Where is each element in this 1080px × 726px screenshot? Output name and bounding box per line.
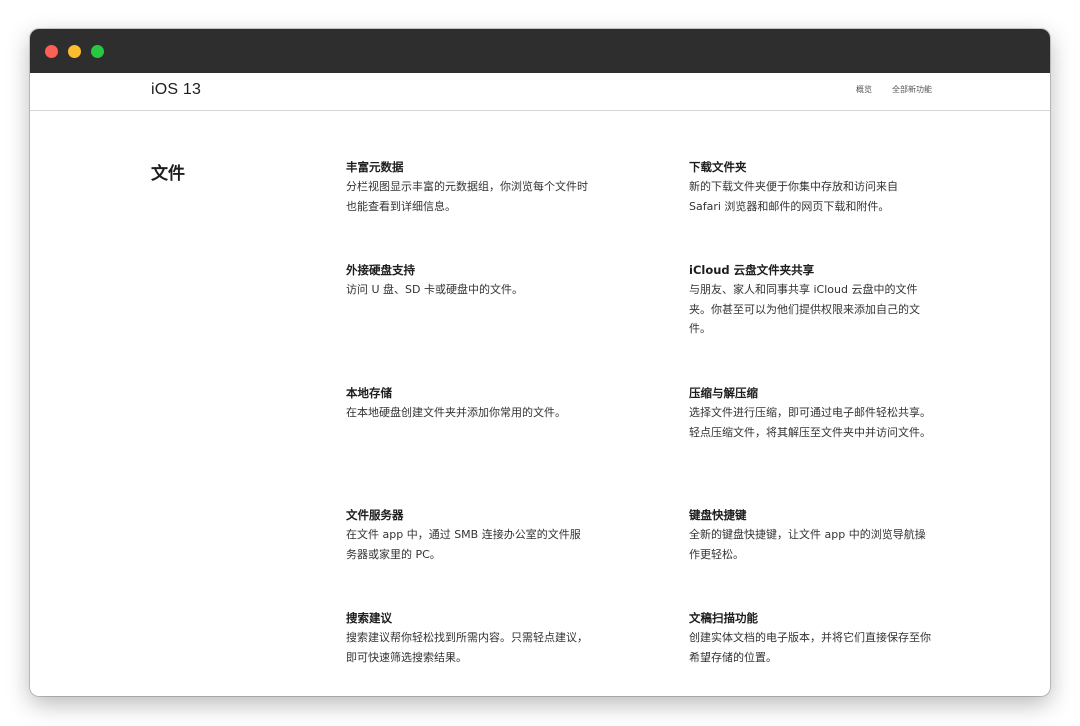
feature-description: 分栏视图显示丰富的元数据组，你浏览每个文件时也能查看到详细信息。 [346,180,588,213]
browser-window: iOS 13 概览 全部新功能 文件 丰富元数据 分栏视图显示丰富的元数据组，你… [30,29,1050,696]
feature-title: 键盘快捷键 [689,508,747,522]
feature-item: 下载文件夹 新的下载文件夹便于你集中存放和访问来自 Safari 浏览器和邮件的… [689,158,931,216]
feature-description: 新的下载文件夹便于你集中存放和访问来自 Safari 浏览器和邮件的网页下载和附… [689,180,898,213]
feature-title: iCloud 云盘文件夹共享 [689,263,815,277]
feature-item: 外接硬盘支持 访问 U 盘、SD 卡或硬盘中的文件。 [346,261,588,300]
feature-title: 丰富元数据 [346,160,404,174]
feature-title: 本地存储 [346,386,392,400]
nav-title[interactable]: iOS 13 [151,81,201,99]
window-titlebar[interactable] [30,29,1050,73]
feature-title: 外接硬盘支持 [346,263,415,277]
feature-description: 访问 U 盘、SD 卡或硬盘中的文件。 [346,283,523,296]
nav-link-overview[interactable]: 概览 [856,84,872,95]
feature-description: 全新的键盘快捷键，让文件 app 中的浏览导航操作更轻松。 [689,528,926,561]
main-content: 文件 丰富元数据 分栏视图显示丰富的元数据组，你浏览每个文件时也能查看到详细信息… [30,111,1050,696]
feature-item: 键盘快捷键 全新的键盘快捷键，让文件 app 中的浏览导航操作更轻松。 [689,506,931,564]
feature-description: 选择文件进行压缩，即可通过电子邮件轻松共享。轻点压缩文件，将其解压至文件夹中并访… [689,406,931,439]
section-title: 文件 [151,164,185,184]
feature-item: 搜索建议 搜索建议帮你轻松找到所需内容。只需轻点建议，即可快速筛选搜索结果。 [346,609,588,667]
feature-description: 搜索建议帮你轻松找到所需内容。只需轻点建议，即可快速筛选搜索结果。 [346,631,588,664]
feature-title: 文稿扫描功能 [689,611,758,625]
nav-link-all-features[interactable]: 全部新功能 [892,84,932,95]
feature-description: 在本地硬盘创建文件夹并添加你常用的文件。 [346,406,566,419]
minimize-window-button[interactable] [68,45,81,58]
feature-title: 压缩与解压缩 [689,386,758,400]
feature-description: 创建实体文档的电子版本，并将它们直接保存至你希望存储的位置。 [689,631,931,664]
feature-item: 文稿扫描功能 创建实体文档的电子版本，并将它们直接保存至你希望存储的位置。 [689,609,931,667]
local-nav: iOS 13 概览 全部新功能 [30,73,1050,111]
nav-links: 概览 全部新功能 [856,84,932,95]
close-window-button[interactable] [45,45,58,58]
feature-item: 压缩与解压缩 选择文件进行压缩，即可通过电子邮件轻松共享。轻点压缩文件，将其解压… [689,384,931,442]
feature-description: 在文件 app 中，通过 SMB 连接办公室的文件服务器或家里的 PC。 [346,528,581,561]
feature-description: 与朋友、家人和同事共享 iCloud 云盘中的文件夹。你甚至可以为他们提供权限来… [689,283,920,335]
screen: iOS 13 概览 全部新功能 文件 丰富元数据 分栏视图显示丰富的元数据组，你… [0,0,1080,726]
feature-item: 丰富元数据 分栏视图显示丰富的元数据组，你浏览每个文件时也能查看到详细信息。 [346,158,588,216]
feature-title: 文件服务器 [346,508,404,522]
feature-item: 文件服务器 在文件 app 中，通过 SMB 连接办公室的文件服务器或家里的 P… [346,506,588,564]
zoom-window-button[interactable] [91,45,104,58]
feature-item: 本地存储 在本地硬盘创建文件夹并添加你常用的文件。 [346,384,588,423]
feature-title: 搜索建议 [346,611,392,625]
feature-title: 下载文件夹 [689,160,747,174]
feature-item: iCloud 云盘文件夹共享 与朋友、家人和同事共享 iCloud 云盘中的文件… [689,261,931,339]
